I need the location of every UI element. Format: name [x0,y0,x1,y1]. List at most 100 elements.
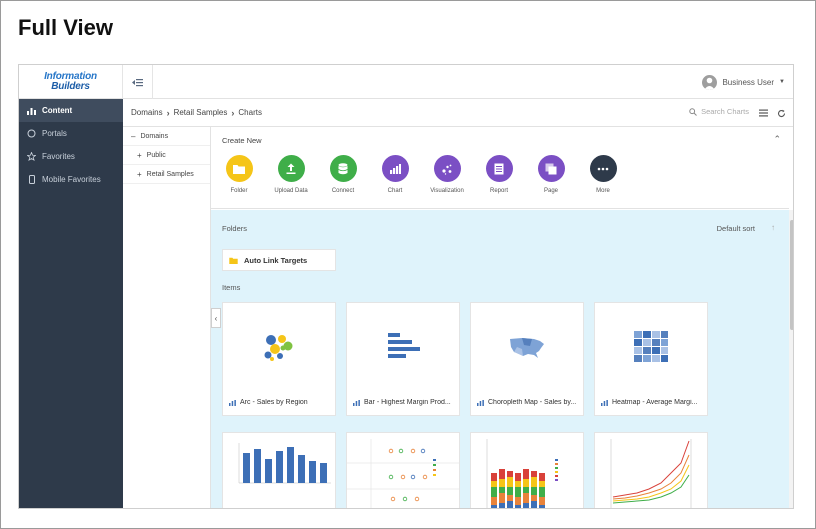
stacked-bar-segment [539,487,545,497]
item-title: Arc - Sales by Region [240,399,308,406]
tree-item-retail-samples[interactable]: + Retail Samples [123,165,210,184]
list-view-icon[interactable] [757,107,769,119]
stacked-bar-segment [515,497,521,505]
tree-item-label: Public [146,151,166,159]
page-icon [537,155,565,182]
app-window: Information Builders Business User ▼ Con… [18,64,794,509]
collapse-sidebar-button[interactable] [123,65,153,99]
sidebar-item-favorites[interactable]: Favorites [19,145,123,168]
search-input[interactable]: Search Charts [689,107,749,116]
stacked-bar-segment [523,503,529,508]
refresh-icon[interactable] [775,107,787,119]
items-heading: Items [222,283,241,292]
content-area: Folders Default sort ↑ Auto Link Targets… [211,210,789,508]
tree-item-domains[interactable]: – Domains [123,127,210,146]
stacked-bar-segment [491,505,497,508]
plus-icon: + [137,150,142,160]
stacked-bar-segment [499,503,505,508]
create-item-label: Report [489,188,508,194]
item-card-scatter-matrix[interactable] [346,432,460,508]
create-item-label: Connect [331,188,355,194]
choropleth-map-thumbnail [471,303,583,391]
sidebar-item-mobile-favorites[interactable]: Mobile Favorites [19,168,123,191]
connect-button[interactable]: Connect [318,155,368,194]
stacked-bar-segment [539,481,545,487]
breadcrumb-item-retail-samples[interactable]: Retail Samples [174,108,228,117]
collapse-tree-button[interactable]: ‹ [211,308,221,328]
user-menu[interactable]: Business User ▼ [702,72,785,92]
chart-icon [353,399,360,406]
sidebar-item-portals[interactable]: Portals [19,122,123,145]
search-icon [689,107,697,116]
more-icon [589,155,617,182]
folder-icon [225,155,253,182]
breadcrumb: Domains › Retail Samples › Charts Search… [123,99,793,127]
item-title: Bar - Highest Margin Prod... [364,399,451,406]
bar-chart-thumbnail [347,303,459,391]
stacked-bar-segment [531,501,537,508]
stacked-bar-segment [523,469,529,479]
stacked-bar-segment [507,495,513,501]
page-heading: Full View [18,15,113,40]
stacked-bar-segment [507,471,513,477]
create-new-panel: Create New ⌃ Folder Upload Data Connect … [211,127,789,209]
item-card-arc[interactable]: Arc - Sales by Region [222,302,336,416]
create-visualization-button[interactable]: Visualization [422,155,472,194]
stacked-bar-segment [491,487,497,497]
more-button[interactable]: More [578,155,628,194]
visualization-icon [433,155,461,182]
item-card-bar[interactable]: Bar - Highest Margin Prod... [346,302,460,416]
stacked-bar-segment [499,479,505,487]
item-card-choropleth[interactable]: Choropleth Map - Sales by... [470,302,584,416]
stacked-bar-segment [515,481,521,487]
item-card-column-chart[interactable] [222,432,336,508]
sidebar-item-label: Portals [42,129,67,138]
bar-chart-icon [27,106,36,115]
upload-icon [277,155,305,182]
chart-icon [381,155,409,182]
chevron-up-icon[interactable]: ⌃ [773,134,781,145]
create-item-label: Folder [230,188,248,194]
folder-card-auto-link-targets[interactable]: Auto Link Targets [222,249,336,271]
sort-dropdown[interactable]: Default sort [717,224,755,233]
vertical-scrollbar[interactable] [789,210,793,508]
report-icon [485,155,513,182]
brand-line2: Builders [51,81,90,92]
create-item-label: Visualization [430,188,464,194]
sidebar-item-content[interactable]: Content [19,99,123,122]
sort-direction-icon[interactable]: ↑ [771,223,775,232]
chart-icon [601,399,608,406]
sidebar-item-label: Favorites [42,152,75,161]
breadcrumb-item-domains[interactable]: Domains [131,108,163,117]
stacked-bar-segment [523,479,529,487]
stacked-bar-segment [515,487,521,497]
chevron-left-icon: ‹ [214,313,218,323]
stacked-bar-thumbnail [486,439,558,508]
upload-data-button[interactable]: Upload Data [266,155,316,194]
stacked-bar-segment [523,487,529,493]
avatar [702,74,718,90]
scrollbar-thumb[interactable] [790,220,793,330]
stacked-bar-segment [515,505,521,508]
tree-item-public[interactable]: + Public [123,146,210,165]
stacked-bar-segment [531,477,537,487]
create-folder-button[interactable]: Folder [214,155,264,194]
stacked-bar-segment [499,469,505,479]
item-card-line-chart[interactable] [594,432,708,508]
folder-icon [229,257,238,264]
chart-icon [229,399,236,406]
chart-icon [477,399,484,406]
create-report-button[interactable]: Report [474,155,524,194]
breadcrumb-item-charts[interactable]: Charts [238,108,262,117]
stacked-bar-segment [531,487,537,495]
item-card-stacked-bar[interactable] [470,432,584,508]
create-page-button[interactable]: Page [526,155,576,194]
brand-logo[interactable]: Information Builders [19,65,123,99]
plus-icon: + [137,169,142,179]
stacked-bar-segment [499,487,505,493]
item-caption: Choropleth Map - Sales by... [477,399,581,406]
arc-chart-thumbnail [223,303,335,391]
item-card-heatmap[interactable]: Heatmap - Average Margi... [594,302,708,416]
line-chart-thumbnail [610,439,692,508]
create-chart-button[interactable]: Chart [370,155,420,194]
